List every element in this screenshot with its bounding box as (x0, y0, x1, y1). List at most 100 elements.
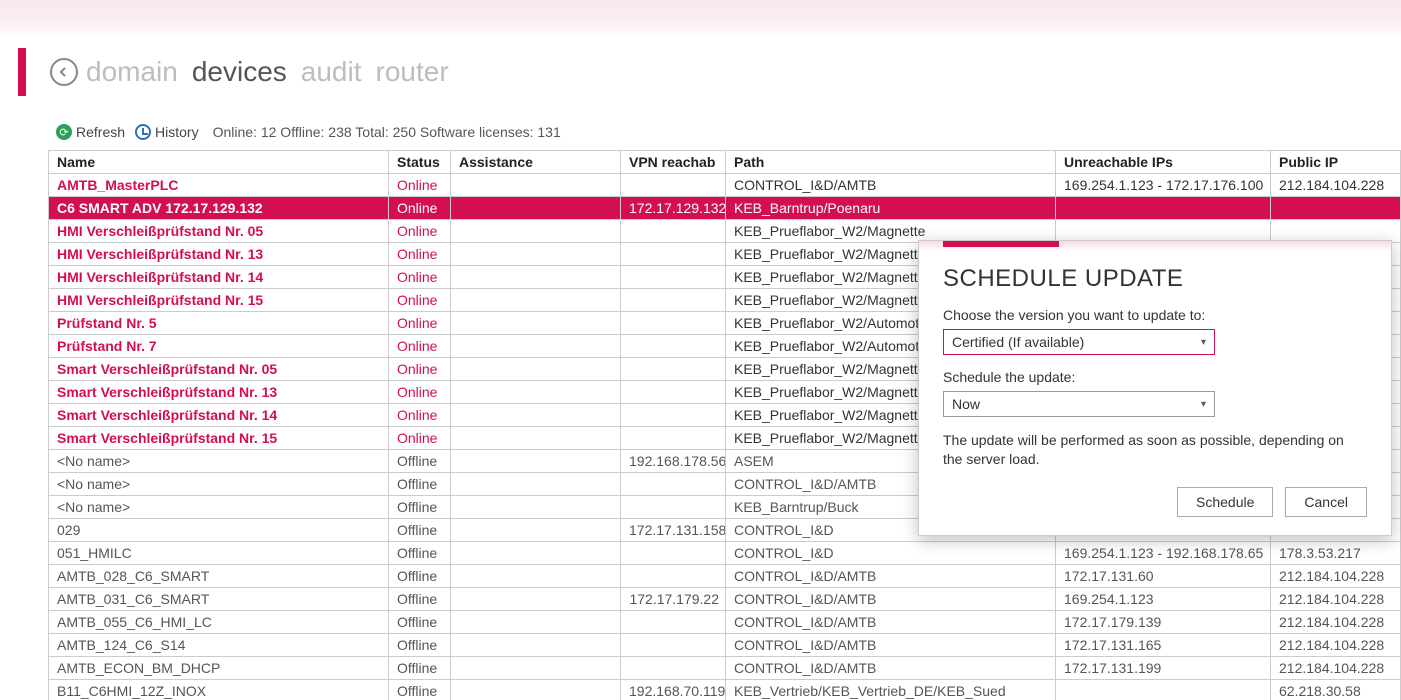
status-cell: Offline (389, 496, 451, 519)
vpn-cell (621, 427, 726, 450)
name-cell: AMTB_ECON_BM_DHCP (49, 657, 389, 680)
vpn-cell: 192.168.178.56 (621, 450, 726, 473)
assist-cell (451, 657, 621, 680)
assist-cell (451, 335, 621, 358)
stats-text: Online: 12 Offline: 238 Total: 250 Softw… (213, 124, 561, 140)
vpn-cell: 172.17.179.22 (621, 588, 726, 611)
col-status[interactable]: Status (389, 151, 451, 174)
path-cell: KEB_Barntrup/Poenaru (726, 197, 1056, 220)
path-cell: CONTROL_I&D/AMTB (726, 634, 1056, 657)
status-cell: Offline (389, 680, 451, 700)
name-cell: Prüfstand Nr. 7 (49, 335, 389, 358)
vpn-cell (621, 473, 726, 496)
name-cell: Smart Verschleißprüfstand Nr. 15 (49, 427, 389, 450)
vpn-cell (621, 335, 726, 358)
refresh-button[interactable]: ⟳ Refresh (56, 124, 125, 140)
unreach-cell: 169.254.1.123 (1056, 588, 1271, 611)
status-cell: Online (389, 312, 451, 335)
cancel-button[interactable]: Cancel (1285, 487, 1367, 517)
name-cell: <No name> (49, 496, 389, 519)
name-cell: <No name> (49, 473, 389, 496)
version-select-value: Certified (If available) (952, 334, 1084, 350)
back-button[interactable] (50, 58, 78, 86)
col-name[interactable]: Name (49, 151, 389, 174)
status-cell: Online (389, 243, 451, 266)
col-assistance[interactable]: Assistance (451, 151, 621, 174)
assist-cell (451, 243, 621, 266)
assist-cell (451, 312, 621, 335)
status-cell: Offline (389, 634, 451, 657)
pubip-cell: 212.184.104.228 (1271, 657, 1401, 680)
version-select[interactable]: Certified (If available) ▾ (943, 329, 1215, 355)
top-gradient-band (0, 0, 1401, 38)
table-row[interactable]: AMTB_055_C6_HMI_LCOfflineCONTROL_I&D/AMT… (49, 611, 1401, 634)
table-row[interactable]: AMTB_MasterPLCOnlineCONTROL_I&D/AMTB169.… (49, 174, 1401, 197)
history-label: History (155, 124, 199, 140)
col-vpn[interactable]: VPN reachab (621, 151, 726, 174)
status-cell: Offline (389, 588, 451, 611)
col-publicip[interactable]: Public IP (1271, 151, 1401, 174)
schedule-button[interactable]: Schedule (1177, 487, 1273, 517)
status-cell: Offline (389, 542, 451, 565)
breadcrumb-router[interactable]: router (376, 56, 449, 88)
dialog-schedule-label: Schedule the update: (943, 369, 1367, 385)
arrow-left-icon (58, 66, 70, 78)
status-cell: Offline (389, 565, 451, 588)
pubip-cell: 212.184.104.228 (1271, 611, 1401, 634)
name-cell: AMTB_031_C6_SMART (49, 588, 389, 611)
assist-cell (451, 565, 621, 588)
path-cell: CONTROL_I&D/AMTB (726, 588, 1056, 611)
table-row[interactable]: AMTB_ECON_BM_DHCPOfflineCONTROL_I&D/AMTB… (49, 657, 1401, 680)
vpn-cell (621, 289, 726, 312)
table-row[interactable]: B11_C6HMI_12Z_INOXOffline192.168.70.119K… (49, 680, 1401, 700)
name-cell: <No name> (49, 450, 389, 473)
dialog-title: SCHEDULE UPDATE (943, 265, 1367, 293)
schedule-select[interactable]: Now ▾ (943, 391, 1215, 417)
table-row[interactable]: 051_HMILCOfflineCONTROL_I&D169.254.1.123… (49, 542, 1401, 565)
status-cell: Online (389, 427, 451, 450)
status-cell: Online (389, 197, 451, 220)
path-cell: CONTROL_I&D/AMTB (726, 565, 1056, 588)
col-unreachable[interactable]: Unreachable IPs (1056, 151, 1271, 174)
history-button[interactable]: History (135, 124, 199, 140)
assist-cell (451, 450, 621, 473)
vpn-cell (621, 611, 726, 634)
status-cell: Online (389, 266, 451, 289)
name-cell: AMTB_055_C6_HMI_LC (49, 611, 389, 634)
table-row[interactable]: AMTB_028_C6_SMARTOffline CONTROL_I&D/AMTB… (49, 565, 1401, 588)
path-cell: CONTROL_I&D/AMTB (726, 657, 1056, 680)
assist-cell (451, 174, 621, 197)
assist-cell (451, 289, 621, 312)
unreach-cell (1056, 197, 1271, 220)
name-cell: Smart Verschleißprüfstand Nr. 13 (49, 381, 389, 404)
name-cell: AMTB_028_C6_SMART (49, 565, 389, 588)
schedule-update-dialog: SCHEDULE UPDATE Choose the version you w… (918, 240, 1392, 536)
assist-cell (451, 611, 621, 634)
status-cell: Online (389, 289, 451, 312)
vpn-cell (621, 657, 726, 680)
pubip-cell: 62.218.30.58 (1271, 680, 1401, 700)
vpn-cell (621, 542, 726, 565)
assist-cell (451, 634, 621, 657)
status-cell: Online (389, 335, 451, 358)
pubip-cell: 212.184.104.228 (1271, 565, 1401, 588)
table-row[interactable]: C6 SMART ADV 172.17.129.132Online172.17.… (49, 197, 1401, 220)
assist-cell (451, 588, 621, 611)
breadcrumb-devices[interactable]: devices (192, 56, 287, 88)
name-cell: AMTB_MasterPLC (49, 174, 389, 197)
name-cell: Smart Verschleißprüfstand Nr. 14 (49, 404, 389, 427)
assist-cell (451, 358, 621, 381)
breadcrumb-domain[interactable]: domain (86, 56, 178, 88)
status-cell: Offline (389, 473, 451, 496)
pubip-cell: 212.184.104.228 (1271, 174, 1401, 197)
table-row[interactable]: AMTB_031_C6_SMARTOffline 172.17.179.22CON… (49, 588, 1401, 611)
assist-cell (451, 381, 621, 404)
schedule-select-value: Now (952, 396, 980, 412)
breadcrumb-audit[interactable]: audit (301, 56, 362, 88)
vpn-cell (621, 381, 726, 404)
vpn-cell: 172.17.131.158 (621, 519, 726, 542)
name-cell: AMTB_124_C6_S14 (49, 634, 389, 657)
table-row[interactable]: AMTB_124_C6_S14OfflineCONTROL_I&D/AMTB17… (49, 634, 1401, 657)
name-cell: 029 (49, 519, 389, 542)
col-path[interactable]: Path (726, 151, 1056, 174)
